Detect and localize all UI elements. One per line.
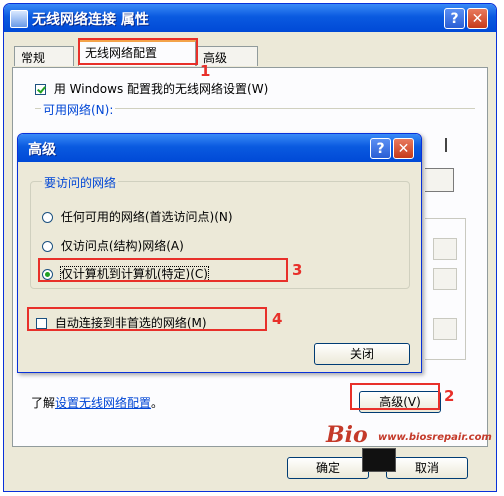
use-windows-row[interactable]: 用 Windows 配置我的无线网络设置(W) xyxy=(35,80,268,97)
option-access-point[interactable]: 仅访问点(结构)网络(A) xyxy=(42,237,184,254)
watermark-url: www.biosrepair.com xyxy=(378,432,492,443)
hidden-button-edge-3 xyxy=(433,268,457,290)
annotation-box-4 xyxy=(27,307,267,331)
network-icon xyxy=(10,10,28,28)
learn-suffix: 。 xyxy=(151,396,164,410)
use-windows-checkbox[interactable] xyxy=(35,84,46,95)
window-title: 无线网络连接 属性 xyxy=(32,12,149,28)
annotation-number-3: 3 xyxy=(292,261,303,279)
option-access-point-label: 仅访问点(结构)网络(A) xyxy=(60,239,184,253)
advanced-close-button[interactable]: 关闭 xyxy=(314,343,410,365)
radio-access-point[interactable] xyxy=(42,241,53,252)
hidden-button-edge-4 xyxy=(433,318,457,340)
annotation-number-4: 4 xyxy=(272,310,283,328)
available-networks-label: 可用网络(N): xyxy=(41,101,116,118)
help-button[interactable]: ? xyxy=(444,8,465,29)
tab-general[interactable]: 常规 xyxy=(14,46,74,66)
monitor-icon xyxy=(362,448,396,472)
watermark-logo: Bio www.biosrepair.com xyxy=(326,422,496,482)
radio-any-network[interactable] xyxy=(42,212,53,223)
option-any-network[interactable]: 任何可用的网络(首选访问点)(N) xyxy=(42,208,233,225)
advanced-title-bar[interactable]: 高级 ? ✕ xyxy=(18,134,421,162)
networks-to-access-title: 要访问的网络 xyxy=(42,174,119,191)
tab-general-label: 常规 xyxy=(21,51,46,65)
use-windows-label: 用 Windows 配置我的无线网络设置(W) xyxy=(53,82,269,96)
learn-link[interactable]: 设置无线网络配置 xyxy=(55,396,151,410)
annotation-number-2: 2 xyxy=(444,387,455,405)
annotation-box-3 xyxy=(38,258,288,282)
hidden-control-edge xyxy=(433,138,447,152)
option-any-network-label: 任何可用的网络(首选访问点)(N) xyxy=(60,210,233,224)
hidden-button-edge-2 xyxy=(433,238,457,260)
advanced-help-button[interactable]: ? xyxy=(370,138,391,159)
close-button[interactable]: ✕ xyxy=(467,8,488,29)
annotation-box-2 xyxy=(350,383,440,410)
title-bar[interactable]: 无线网络连接 属性 ? ✕ xyxy=(4,4,496,32)
hidden-button-edge xyxy=(425,168,454,192)
annotation-box-1 xyxy=(78,38,198,65)
learn-row: 了解设置无线网络配置。 xyxy=(31,394,163,411)
annotation-number-1: 1 xyxy=(200,62,211,80)
advanced-dialog: 高级 ? ✕ 要访问的网络 任何可用的网络(首选访问点)(N) 仅访问点(结构)… xyxy=(17,133,422,373)
learn-prefix: 了解 xyxy=(31,396,56,410)
advanced-dialog-title: 高级 xyxy=(28,142,56,158)
advanced-close-icon-button[interactable]: ✕ xyxy=(393,138,414,159)
